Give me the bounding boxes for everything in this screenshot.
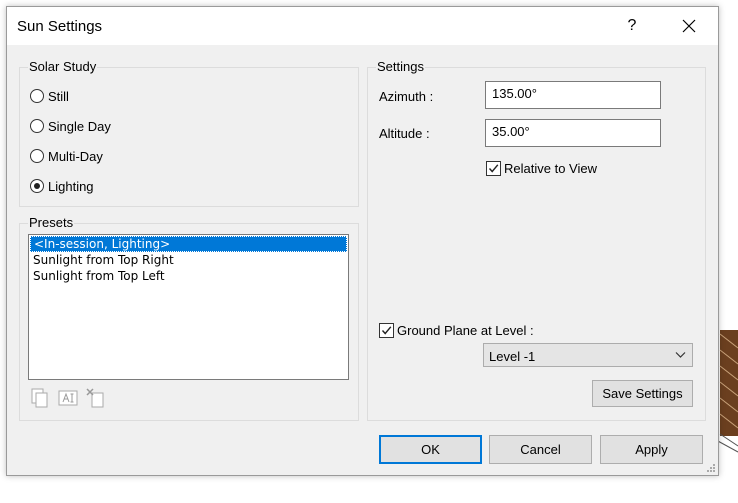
azimuth-label: Azimuth : [379,89,434,104]
settings-group: Settings Azimuth : 135.00° Altitude : 35… [367,59,706,421]
background-model-fragment [716,330,738,453]
ground-plane-checkbox[interactable]: Ground Plane at Level : [379,321,534,339]
help-button[interactable]: ? [619,13,645,39]
close-icon[interactable] [672,13,706,39]
chevron-down-icon [675,352,686,358]
duplicate-icon[interactable] [30,388,50,408]
radio-lighting[interactable]: Lighting [30,176,94,196]
azimuth-field[interactable]: 135.00° [485,81,661,109]
solar-study-label: Solar Study [28,59,98,74]
radio-button[interactable] [30,179,44,193]
solar-study-group: Solar Study Still Single Day Multi-Day L… [19,59,359,207]
radio-multi-day[interactable]: Multi-Day [30,146,103,166]
radio-button[interactable] [30,119,44,133]
radio-label: Multi-Day [48,148,103,164]
checkmark-icon [488,163,499,173]
checkmark-icon [381,325,392,335]
ok-button[interactable]: OK [379,435,482,464]
dropdown-value: Level -1 [489,349,536,364]
checkbox[interactable] [379,322,394,338]
radio-label: Lighting [48,178,94,194]
radio-label: Single Day [48,118,111,134]
list-item[interactable]: Sunlight from Top Right [29,252,348,268]
cancel-button[interactable]: Cancel [489,435,592,464]
presets-group: Presets <In-session, Lighting> Sunlight … [19,215,359,421]
radio-label: Still [48,88,69,104]
altitude-label: Altitude : [379,126,430,141]
radio-button[interactable] [30,89,44,103]
presets-label: Presets [28,215,75,230]
settings-label: Settings [376,59,425,74]
level-dropdown[interactable]: Level -1 [483,343,693,367]
presets-listbox[interactable]: <In-session, Lighting> Sunlight from Top… [28,234,349,380]
list-item[interactable]: Sunlight from Top Left [29,268,348,284]
title-bar: Sun Settings ? [7,7,718,45]
resize-grip-icon[interactable] [706,463,716,473]
radio-button[interactable] [30,149,44,163]
checkbox-label: Relative to View [504,160,597,176]
checkbox-label: Ground Plane at Level : [397,322,534,338]
rename-icon[interactable] [58,388,78,408]
radio-single-day[interactable]: Single Day [30,116,111,136]
sun-settings-dialog: Sun Settings ? Solar Study Still Single … [6,6,719,476]
save-settings-button[interactable]: Save Settings [592,380,693,407]
relative-to-view-checkbox[interactable]: Relative to View [486,159,597,177]
delete-icon[interactable] [86,388,106,408]
dialog-title: Sun Settings [17,18,103,35]
altitude-field[interactable]: 35.00° [485,119,661,147]
checkbox[interactable] [486,160,501,176]
list-item[interactable]: <In-session, Lighting> [30,236,347,252]
radio-still[interactable]: Still [30,86,69,106]
apply-button[interactable]: Apply [600,435,703,464]
